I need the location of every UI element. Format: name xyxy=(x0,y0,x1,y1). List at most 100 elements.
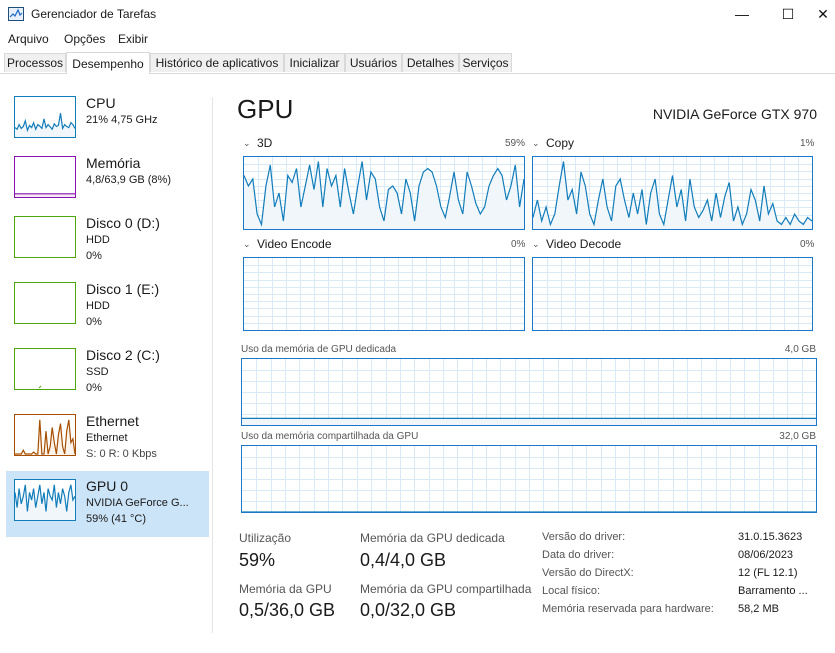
info-value-directx: 12 (FL 12.1) xyxy=(738,567,798,579)
sidebar-item-detail: HDD xyxy=(86,300,110,312)
minimize-button[interactable]: — xyxy=(719,0,765,28)
title-bar: Gerenciador de Tarefas — ☐ ✕ xyxy=(0,0,835,28)
sidebar-item-usage: S: 0 R: 0 Kbps xyxy=(86,448,157,460)
window-title: Gerenciador de Tarefas xyxy=(31,7,157,21)
engine-label: Video Decode xyxy=(546,237,622,251)
engine-label: Video Encode xyxy=(257,237,332,251)
engine-label: 3D xyxy=(257,136,273,150)
sidebar-item-usage: 0% xyxy=(86,382,102,394)
engine-selector-3d[interactable]: ⌄ 3D xyxy=(243,136,272,150)
maximize-button[interactable]: ☐ xyxy=(765,0,811,28)
chevron-down-icon: ⌄ xyxy=(532,137,540,148)
tab-inicializar[interactable]: Inicializar xyxy=(284,53,345,72)
sidebar-item-detail: NVIDIA GeForce G... xyxy=(86,497,189,509)
tab-desempenho[interactable]: Desempenho xyxy=(66,52,150,74)
tab-usuarios[interactable]: Usuários xyxy=(345,53,402,72)
dedicated-memory-max: 4,0 GB xyxy=(784,344,816,355)
info-key-location: Local físico: xyxy=(542,585,601,597)
sidebar-item-label: CPU xyxy=(86,95,116,111)
sidebar-item-detail: 21% 4,75 GHz xyxy=(86,114,158,126)
sidebar-item-disco-0[interactable]: Disco 0 (D:) HDD 0% xyxy=(6,210,209,274)
sidebar-item-memoria[interactable]: Memória 4,8/63,9 GB (8%) xyxy=(6,150,209,214)
sidebar-item-detail: SSD xyxy=(86,366,109,378)
sidebar-item-ethernet[interactable]: Ethernet Ethernet S: 0 R: 0 Kbps xyxy=(6,408,209,472)
sidebar-item-disco-2[interactable]: Disco 2 (C:) SSD 0% xyxy=(6,342,209,406)
stat-label-shared-memory: Memória da GPU compartilhada xyxy=(360,582,532,596)
sidebar-item-label: Ethernet xyxy=(86,413,139,429)
menu-opcoes[interactable]: Opções xyxy=(64,32,105,46)
info-value-driver-date: 08/06/2023 xyxy=(738,549,794,561)
sidebar-item-label: GPU 0 xyxy=(86,478,129,494)
stat-value-dedicated-memory: 0,4/4,0 GB xyxy=(360,550,447,570)
sidebar-item-label: Memória xyxy=(86,155,141,171)
stat-label-utilization: Utilização xyxy=(239,531,292,545)
tab-detalhes[interactable]: Detalhes xyxy=(402,53,459,72)
info-value-driver-version: 31.0.15.3623 xyxy=(738,531,803,543)
shared-memory-max: 32,0 GB xyxy=(779,431,816,442)
menu-arquivo[interactable]: Arquivo xyxy=(8,32,49,46)
tab-historico[interactable]: Histórico de aplicativos xyxy=(150,53,284,72)
chevron-down-icon: ⌄ xyxy=(243,238,251,249)
engine-percent: 0% xyxy=(511,239,526,250)
stat-value-shared-memory: 0,0/32,0 GB xyxy=(360,600,457,620)
stat-label-gpu-memory: Memória da GPU xyxy=(239,582,332,596)
sidebar-divider xyxy=(212,97,213,633)
sidebar-item-usage: 59% (41 °C) xyxy=(86,513,147,525)
sidebar-item-gpu-0[interactable]: GPU 0 NVIDIA GeForce G... 59% (41 °C) xyxy=(6,471,209,537)
sidebar-item-label: Disco 1 (E:) xyxy=(86,281,160,297)
performance-sidebar: CPU 21% 4,75 GHz Memória 4,8/63,9 GB (8%… xyxy=(0,74,213,653)
info-value-location: Barramento ... xyxy=(738,585,808,597)
cpu-thumbnail-graph xyxy=(14,96,76,138)
disk2-thumbnail-graph xyxy=(14,348,76,390)
close-button[interactable]: ✕ xyxy=(811,0,835,28)
graph-video-encode xyxy=(243,257,525,331)
gpu-model-name: NVIDIA GeForce GTX 970 xyxy=(652,106,817,122)
engine-percent: 1% xyxy=(800,138,815,149)
sidebar-item-detail: 4,8/63,9 GB (8%) xyxy=(86,174,171,186)
sidebar-item-label: Disco 2 (C:) xyxy=(86,347,160,363)
info-key-directx: Versão do DirectX: xyxy=(542,567,634,579)
tab-strip: Processos Desempenho Histórico de aplica… xyxy=(0,52,835,74)
memory-fill xyxy=(242,418,816,425)
info-key-reserved-memory: Memória reservada para hardware: xyxy=(542,603,714,615)
stat-value-utilization: 59% xyxy=(239,550,276,570)
sidebar-item-disco-1[interactable]: Disco 1 (E:) HDD 0% xyxy=(6,276,209,340)
engine-selector-video-encode[interactable]: ⌄ Video Encode xyxy=(243,237,332,251)
stat-label-dedicated-memory: Memória da GPU dedicada xyxy=(360,531,505,545)
chevron-down-icon: ⌄ xyxy=(532,238,540,249)
engine-label: Copy xyxy=(546,136,575,150)
info-key-driver-version: Versão do driver: xyxy=(542,531,626,543)
engine-percent: 0% xyxy=(800,239,815,250)
engine-selector-copy[interactable]: ⌄ Copy xyxy=(532,136,574,150)
sidebar-item-cpu[interactable]: CPU 21% 4,75 GHz xyxy=(6,90,209,154)
menu-bar: Arquivo Opções Exibir xyxy=(0,30,835,48)
graph-shared-memory xyxy=(241,445,817,513)
graph-video-decode xyxy=(532,257,813,331)
graph-copy xyxy=(532,156,813,230)
engine-percent: 59% xyxy=(505,138,526,149)
graph-3d xyxy=(243,156,525,230)
task-manager-icon xyxy=(8,7,24,21)
tab-servicos[interactable]: Serviços xyxy=(459,53,512,72)
sidebar-item-detail: Ethernet xyxy=(86,432,128,444)
sidebar-item-label: Disco 0 (D:) xyxy=(86,215,160,231)
chevron-down-icon: ⌄ xyxy=(243,137,251,148)
stat-value-gpu-memory: 0,5/36,0 GB xyxy=(239,600,336,620)
disk1-thumbnail-graph xyxy=(14,282,76,324)
info-value-reserved-memory: 58,2 MB xyxy=(738,603,779,615)
info-key-driver-date: Data do driver: xyxy=(542,549,615,561)
shared-memory-label: Uso da memória compartilhada da GPU xyxy=(241,431,419,442)
engine-selector-video-decode[interactable]: ⌄ Video Decode xyxy=(532,237,621,251)
dedicated-memory-label: Uso da memória de GPU dedicada xyxy=(241,344,397,355)
sidebar-item-usage: 0% xyxy=(86,250,102,262)
sidebar-item-usage: 0% xyxy=(86,316,102,328)
graph-dedicated-memory xyxy=(241,358,817,426)
tab-processos[interactable]: Processos xyxy=(4,53,66,72)
ethernet-thumbnail-graph xyxy=(14,414,76,456)
sidebar-item-detail: HDD xyxy=(86,234,110,246)
memory-thumbnail-graph xyxy=(14,156,76,198)
menu-exibir[interactable]: Exibir xyxy=(118,32,148,46)
gpu-thumbnail-graph xyxy=(14,479,76,521)
disk0-thumbnail-graph xyxy=(14,216,76,258)
page-title: GPU xyxy=(237,94,294,124)
